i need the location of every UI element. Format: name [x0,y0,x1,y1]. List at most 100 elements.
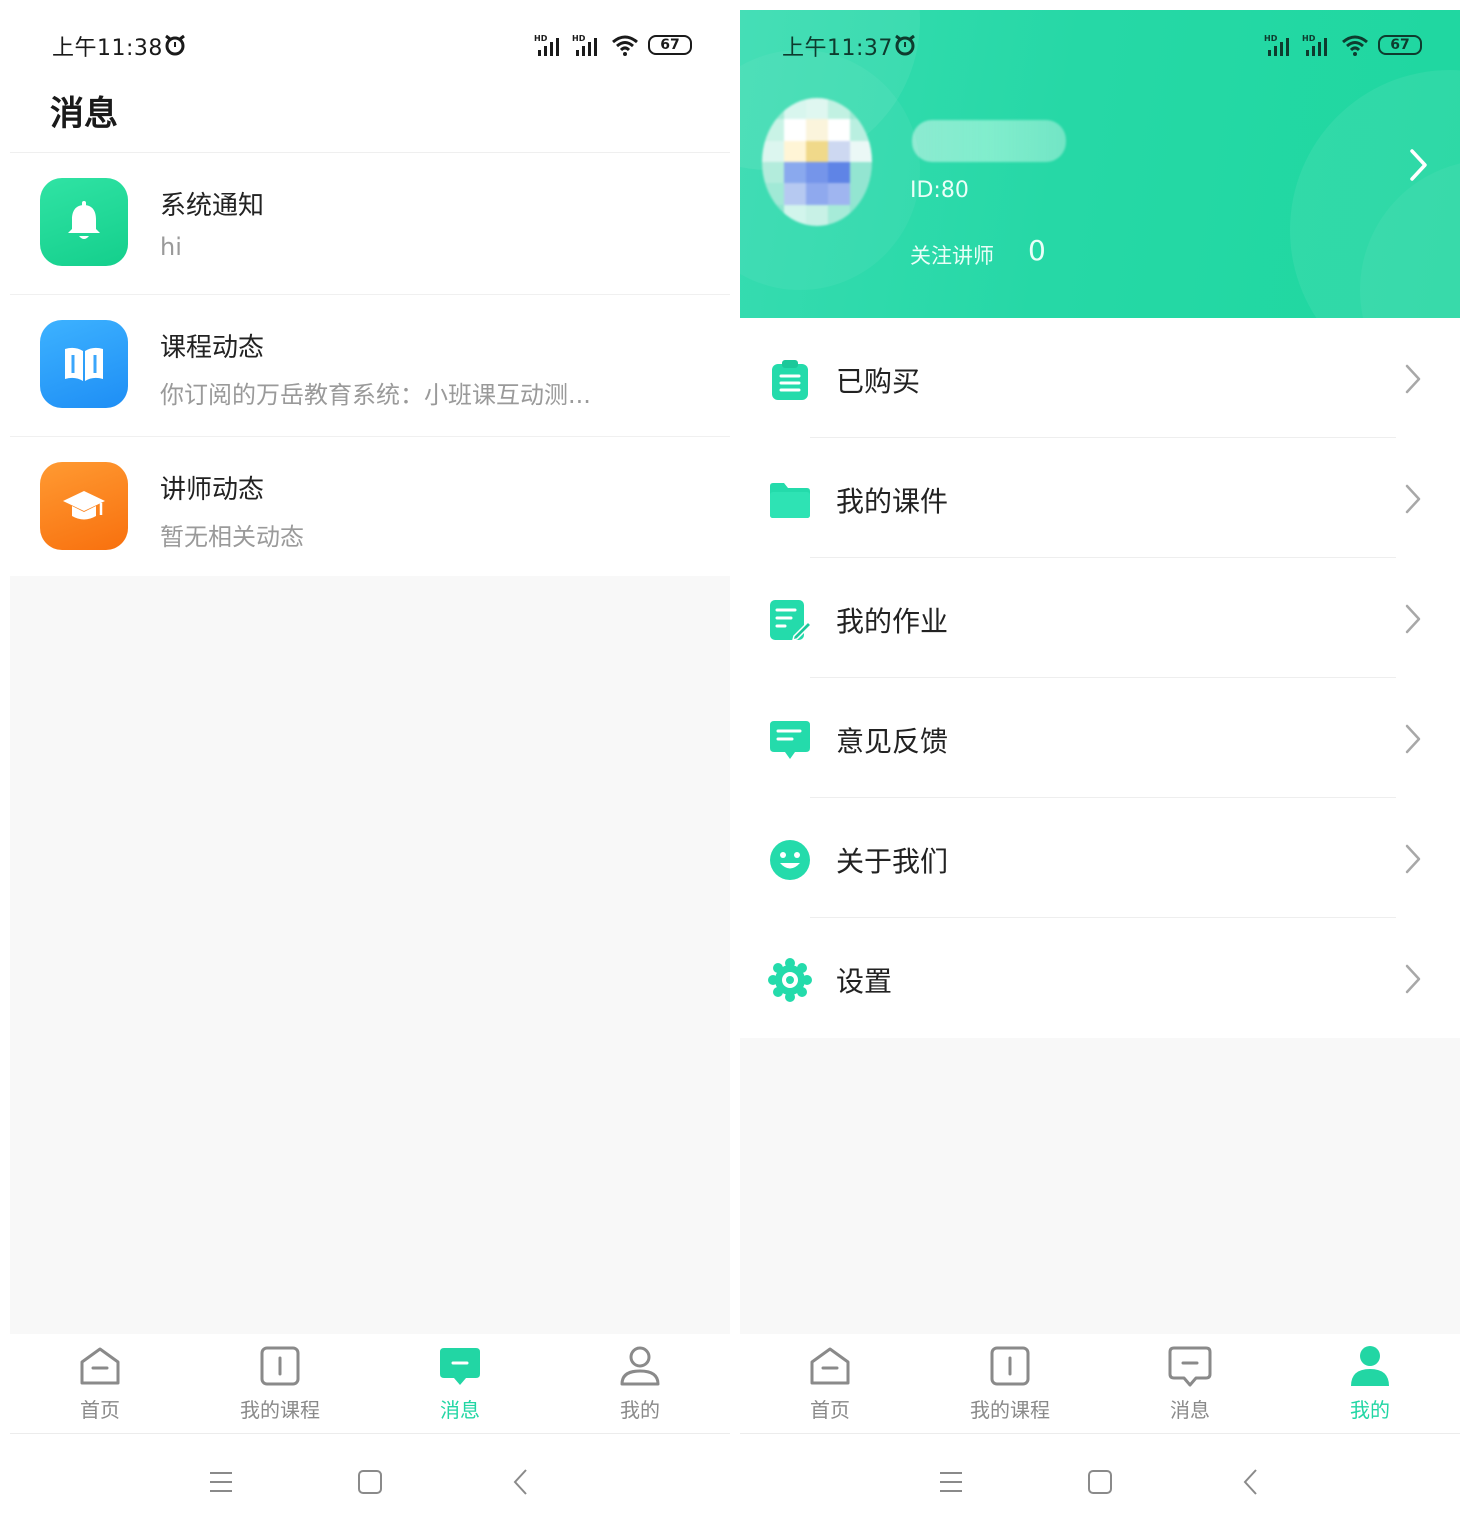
chevron-right-icon [1405,604,1421,634]
tab-messages[interactable]: 消息 [1100,1334,1280,1433]
status-time: 上午11:37 [782,36,893,61]
status-icons: HD HD 67 [1264,32,1422,58]
message-list: 系统通知 hi 课程动态 你订阅的万岳教育系统：小班课互动测... 讲师动态 暂… [10,153,730,579]
back-icon[interactable] [1236,1467,1266,1497]
menu-item-purchased[interactable]: 已购买 [740,318,1460,438]
messages-screen: 上午11:38 HD HD 67 消息 系统通知 hi 课程动态 你订阅的万岳教… [10,10,730,1530]
empty-area [10,576,730,1334]
status-bar: 上午11:38 HD HD 67 [10,10,730,80]
back-icon[interactable] [506,1467,536,1497]
status-time: 上午11:38 [52,36,163,61]
gear-icon [768,958,812,1002]
wifi-icon [1342,35,1368,56]
menu-label: 设置 [836,965,893,998]
chevron-right-icon [1405,364,1421,394]
wifi-icon [612,35,638,56]
menu-label: 我的课件 [836,485,949,518]
home-icon [810,1347,850,1385]
smile-icon [770,840,810,880]
tab-mine[interactable]: 我的 [550,1334,730,1433]
tab-label: 我的 [1350,1398,1390,1422]
page-title: 消息 [50,94,118,134]
status-icons: HD HD 67 [534,32,692,58]
bell-icon [40,178,128,266]
system-nav-bar [10,1435,730,1530]
menu-item-feedback[interactable]: 意见反馈 [740,678,1460,798]
menu-icon[interactable] [206,1467,236,1497]
profile-screen: 上午11:37 HD HD 67 ID:80 关注讲师 0 已购买 我的课件 我… [740,10,1460,1530]
message-icon [1168,1346,1212,1387]
tab-label: 消息 [1170,1398,1210,1422]
message-preview: hi [160,233,182,261]
avatar[interactable] [762,98,872,226]
home-square-icon[interactable] [355,1467,385,1497]
home-square-icon[interactable] [1085,1467,1115,1497]
message-item-system[interactable]: 系统通知 hi [10,153,730,295]
chevron-right-icon[interactable] [1406,145,1430,185]
tab-label: 我的 [620,1398,660,1422]
message-item-course[interactable]: 课程动态 你订阅的万岳教育系统：小班课互动测... [10,295,730,437]
battery-indicator: 67 [648,35,692,55]
svg-text:HD: HD [534,34,548,43]
profile-menu: 已购买 我的课件 我的作业 意见反馈 关于我们 设置 [740,318,1460,1038]
follow-teachers-count[interactable]: 0 [1028,234,1046,267]
graduation-cap-icon [40,462,128,550]
user-id: ID:80 [910,178,969,203]
menu-label: 我的作业 [836,605,949,638]
course-icon [260,1346,300,1386]
bottom-tab-bar: 首页 我的课程 消息 我的 [740,1334,1460,1434]
menu-label: 关于我们 [836,845,949,878]
chevron-right-icon [1405,964,1421,994]
tab-messages[interactable]: 消息 [370,1334,550,1433]
battery-indicator: 67 [1378,35,1422,55]
status-bar: 上午11:37 HD HD 67 [740,10,1460,80]
username-blurred [912,120,1066,162]
tab-my-courses[interactable]: 我的课程 [920,1334,1100,1433]
menu-item-about[interactable]: 关于我们 [740,798,1460,918]
menu-item-settings[interactable]: 设置 [740,918,1460,1038]
book-icon [40,320,128,408]
message-preview: 你订阅的万岳教育系统：小班课互动测... [160,381,591,409]
tab-label: 我的课程 [970,1398,1050,1422]
alarm-icon [165,34,185,56]
message-title: 课程动态 [160,333,265,363]
menu-item-homework[interactable]: 我的作业 [740,558,1460,678]
chevron-right-icon [1405,844,1421,874]
empty-area [740,1038,1460,1334]
follow-teachers-label[interactable]: 关注讲师 [910,240,994,270]
menu-label: 意见反馈 [836,725,949,758]
svg-text:HD: HD [1302,34,1316,43]
tab-home[interactable]: 首页 [740,1334,920,1433]
message-item-teacher[interactable]: 讲师动态 暂无相关动态 [10,437,730,579]
signal-icon: HD [534,34,559,56]
tab-home[interactable]: 首页 [10,1334,190,1433]
user-icon [1351,1346,1389,1386]
alarm-icon [895,34,915,56]
message-title: 讲师动态 [160,475,265,505]
tab-label: 首页 [80,1398,120,1422]
bottom-tab-bar: 首页 我的课程 消息 我的 [10,1334,730,1434]
menu-icon[interactable] [936,1467,966,1497]
signal-icon: HD [1302,34,1327,56]
menu-item-courseware[interactable]: 我的课件 [740,438,1460,558]
message-icon [440,1348,480,1385]
folder-icon [770,483,810,518]
tab-label: 我的课程 [240,1398,320,1422]
svg-text:HD: HD [1264,34,1278,43]
tab-label: 首页 [810,1398,850,1422]
tab-label: 消息 [440,1398,480,1422]
message-preview: 暂无相关动态 [160,523,304,551]
user-icon [620,1346,660,1386]
homework-edit-icon [770,600,812,642]
system-nav-bar [740,1435,1460,1530]
menu-label: 已购买 [836,365,921,398]
tab-my-courses[interactable]: 我的课程 [190,1334,370,1433]
course-icon [990,1346,1030,1386]
svg-text:HD: HD [572,34,586,43]
clipboard-icon [772,360,808,400]
tab-mine[interactable]: 我的 [1280,1334,1460,1433]
home-icon [80,1347,120,1385]
signal-icon: HD [572,34,597,56]
profile-header[interactable]: 上午11:37 HD HD 67 ID:80 关注讲师 0 [740,10,1460,318]
feedback-icon [770,721,810,759]
